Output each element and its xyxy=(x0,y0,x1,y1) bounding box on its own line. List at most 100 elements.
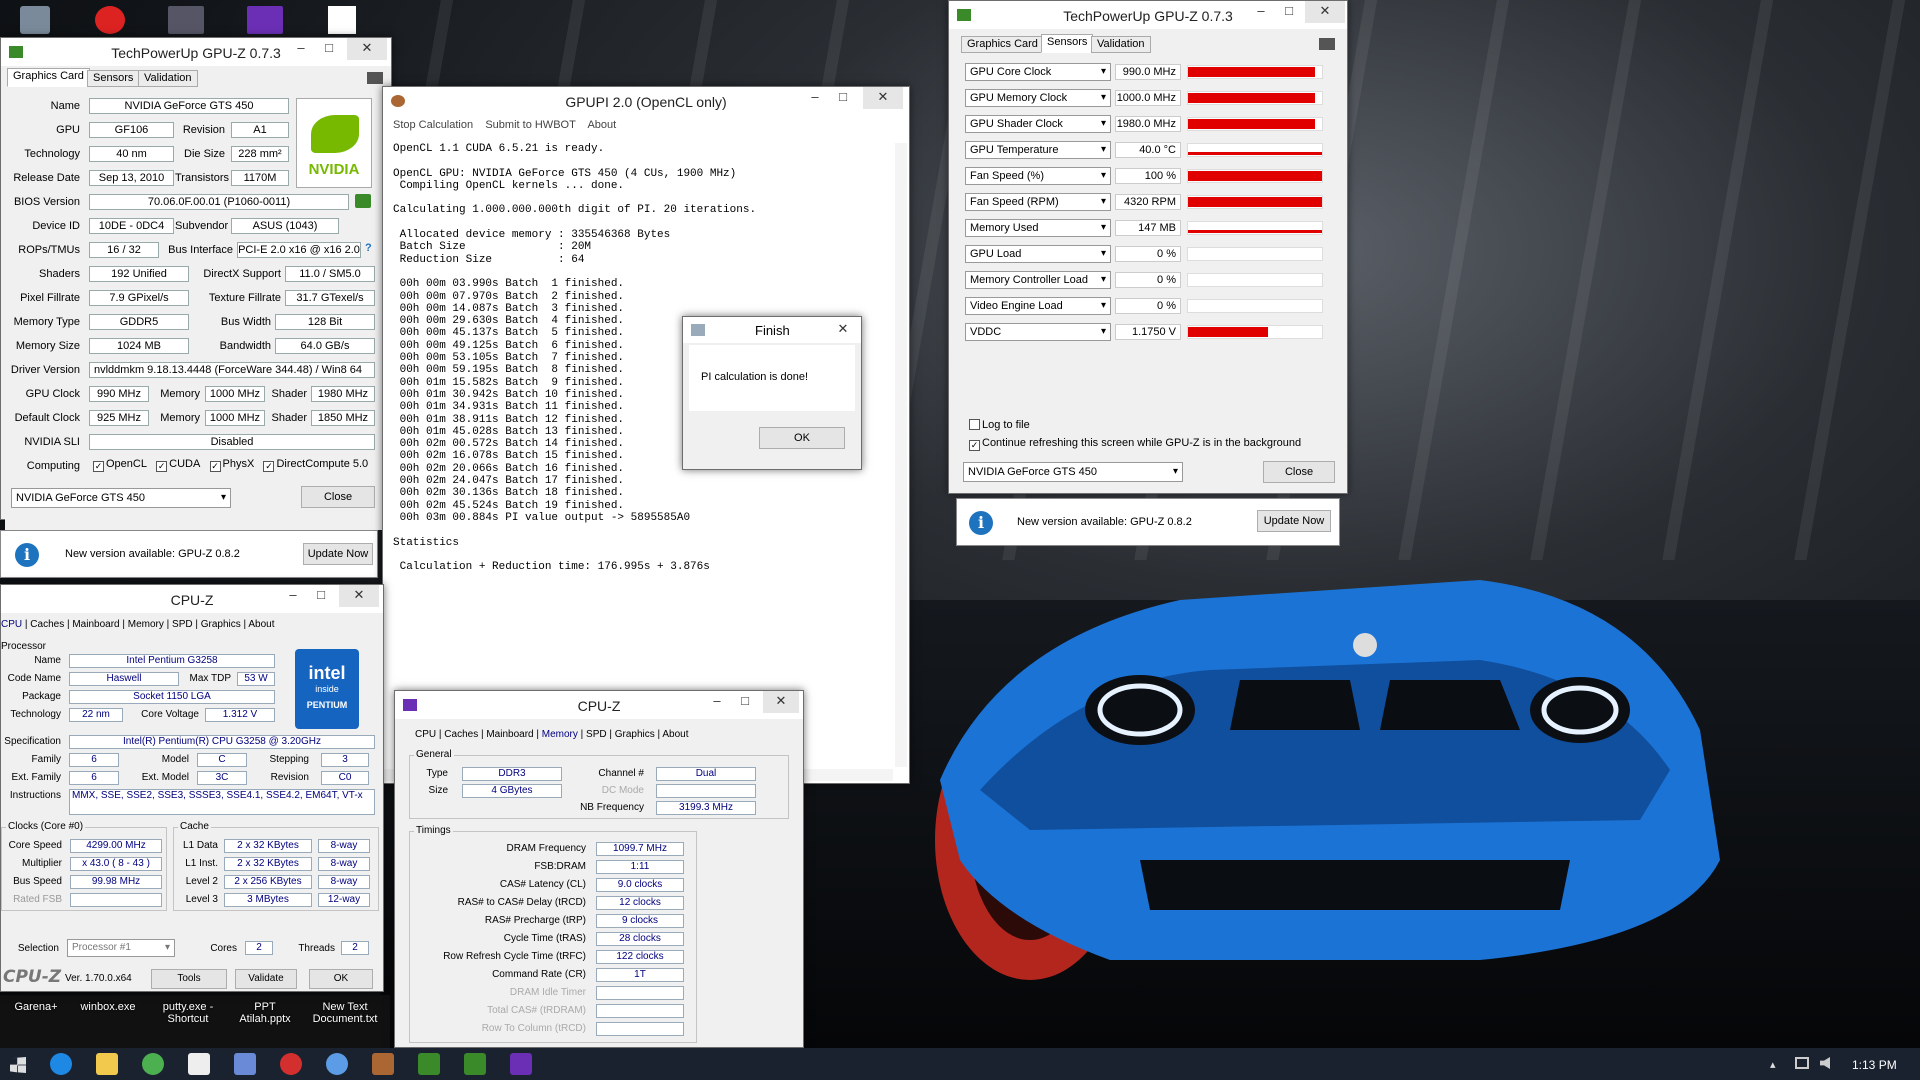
sensor-name-dropdown[interactable]: Fan Speed (%) xyxy=(965,167,1111,185)
sensor-name-dropdown[interactable]: GPU Load xyxy=(965,245,1111,263)
tab-graphics-card[interactable]: Graphics Card xyxy=(7,68,90,87)
update-now-button[interactable]: Update Now xyxy=(1257,510,1331,532)
network-tray-icon[interactable] xyxy=(1795,1057,1809,1069)
tab-spd[interactable]: SPD xyxy=(586,729,607,740)
desktop-icon-label[interactable]: putty.exe - Shortcut xyxy=(158,1001,218,1025)
title-bar[interactable]: CPU-Z – □ ✕ xyxy=(395,691,803,719)
title-bar[interactable]: TechPowerUp GPU-Z 0.7.3 – □ ✕ xyxy=(1,38,391,66)
close-icon[interactable]: ✕ xyxy=(829,319,857,341)
close-button[interactable]: ✕ xyxy=(1305,1,1345,23)
cuda-checkbox[interactable]: ✓ CUDA xyxy=(156,458,200,472)
tab-graphics-card[interactable]: Graphics Card xyxy=(961,36,1044,53)
sensor-name-dropdown[interactable]: GPU Core Clock xyxy=(965,63,1111,81)
tab-graphics[interactable]: Graphics xyxy=(201,619,241,630)
windows-start-icon[interactable] xyxy=(10,1057,26,1073)
tab-memory[interactable]: Memory xyxy=(128,619,164,630)
app-icon[interactable] xyxy=(326,1053,348,1075)
maximize-button[interactable]: □ xyxy=(315,38,343,60)
gpupi-taskbar-icon[interactable] xyxy=(372,1053,394,1075)
tab-sensors[interactable]: Sensors xyxy=(1041,34,1094,53)
tab-cpu[interactable]: CPU xyxy=(415,729,436,740)
gpuz-taskbar-icon-2[interactable] xyxy=(464,1053,486,1075)
network-app-icon[interactable] xyxy=(234,1053,256,1075)
sensor-name-dropdown[interactable]: GPU Shader Clock xyxy=(965,115,1111,133)
tab-caches[interactable]: Caches xyxy=(30,619,64,630)
gpu-select[interactable]: NVIDIA GeForce GTS 450 xyxy=(11,488,231,508)
menu-stop-calculation[interactable]: Stop Calculation xyxy=(393,119,473,131)
bios-save-icon[interactable] xyxy=(355,194,371,208)
minimize-button[interactable]: – xyxy=(703,691,731,713)
tools-button[interactable]: Tools xyxy=(151,969,227,989)
menu-submit-hwbot[interactable]: Submit to HWBOT xyxy=(485,119,575,131)
camera-icon[interactable] xyxy=(367,72,383,84)
tab-cpu[interactable]: CPU xyxy=(1,619,22,630)
calculator-icon[interactable] xyxy=(188,1053,210,1075)
tab-about[interactable]: About xyxy=(662,729,688,740)
update-now-button[interactable]: Update Now xyxy=(303,543,373,565)
minimize-button[interactable]: – xyxy=(801,87,829,109)
tab-spd[interactable]: SPD xyxy=(172,619,193,630)
title-bar[interactable]: Finish ✕ xyxy=(683,317,861,343)
volume-tray-icon[interactable] xyxy=(1820,1057,1830,1069)
close-button[interactable]: Close xyxy=(1263,461,1335,483)
tab-validation[interactable]: Validation xyxy=(1091,36,1151,53)
tab-graphics[interactable]: Graphics xyxy=(615,729,655,740)
opera-icon[interactable] xyxy=(280,1053,302,1075)
validate-button[interactable]: Validate xyxy=(235,969,297,989)
continue-refresh-checkbox[interactable]: ✓ Continue refreshing this screen while G… xyxy=(969,437,1301,451)
maximize-button[interactable]: □ xyxy=(307,585,335,607)
close-button[interactable]: ✕ xyxy=(863,87,903,109)
gpu-select[interactable]: NVIDIA GeForce GTS 450 xyxy=(963,462,1183,482)
processor-select[interactable]: Processor #1 xyxy=(67,939,175,957)
ok-button[interactable]: OK xyxy=(309,969,373,989)
title-bar[interactable]: GPUPI 2.0 (OpenCL only) – □ ✕ xyxy=(383,87,909,115)
menu-about[interactable]: About xyxy=(587,119,616,131)
opencl-checkbox[interactable]: ✓ OpenCL xyxy=(93,458,147,472)
sensor-name-dropdown[interactable]: VDDC xyxy=(965,323,1111,341)
close-button[interactable]: Close xyxy=(301,486,375,508)
tab-mainboard[interactable]: Mainboard xyxy=(72,619,119,630)
gpuz-taskbar-icon[interactable] xyxy=(418,1053,440,1075)
sensor-name-dropdown[interactable]: GPU Temperature xyxy=(965,141,1111,159)
desktop-icon-label[interactable]: Garena+ xyxy=(6,1001,66,1013)
directcompute-checkbox[interactable]: ✓ DirectCompute 5.0 xyxy=(263,458,368,472)
tray-up-arrow-icon[interactable]: ▴ xyxy=(1770,1058,1776,1071)
recycle-bin-icon[interactable] xyxy=(20,6,50,34)
tab-caches[interactable]: Caches xyxy=(444,729,478,740)
close-button[interactable]: ✕ xyxy=(339,585,379,607)
minimize-button[interactable]: – xyxy=(287,38,315,60)
log-to-file-checkbox[interactable]: Log to file xyxy=(969,419,1030,431)
tab-sensors[interactable]: Sensors xyxy=(87,70,140,87)
clock[interactable]: 1:13 PM xyxy=(1852,1058,1897,1072)
desktop-icon-label[interactable]: New Text Document.txt xyxy=(310,1001,380,1025)
game-shortcut-icon[interactable] xyxy=(168,6,204,34)
sensor-name-dropdown[interactable]: Video Engine Load xyxy=(965,297,1111,315)
maximize-button[interactable]: □ xyxy=(829,87,857,109)
sensor-name-dropdown[interactable]: Memory Controller Load xyxy=(965,271,1111,289)
desktop-icon-label[interactable]: PPT Atilah.pptx xyxy=(235,1001,295,1025)
ok-button[interactable]: OK xyxy=(759,427,845,449)
title-bar[interactable]: CPU-Z – □ ✕ xyxy=(1,585,383,613)
tab-validation[interactable]: Validation xyxy=(138,70,198,87)
close-button[interactable]: ✕ xyxy=(347,38,387,60)
physx-checkbox[interactable]: ✓ PhysX xyxy=(209,458,254,472)
maximize-button[interactable]: □ xyxy=(731,691,759,713)
tab-memory[interactable]: Memory xyxy=(542,729,578,740)
desktop-icon-label[interactable]: winbox.exe xyxy=(78,1001,138,1013)
sensor-name-dropdown[interactable]: GPU Memory Clock xyxy=(965,89,1111,107)
cpuz-taskbar-icon[interactable] xyxy=(510,1053,532,1075)
minimize-button[interactable]: – xyxy=(1247,1,1275,23)
document-icon[interactable] xyxy=(328,6,356,34)
internet-explorer-icon[interactable] xyxy=(50,1053,72,1075)
title-bar[interactable]: TechPowerUp GPU-Z 0.7.3 – □ ✕ xyxy=(949,1,1347,29)
app-shortcut-icon[interactable] xyxy=(247,6,283,34)
vertical-scrollbar[interactable] xyxy=(895,143,907,767)
help-icon[interactable]: ? xyxy=(365,242,372,254)
sensor-name-dropdown[interactable]: Memory Used xyxy=(965,219,1111,237)
tab-mainboard[interactable]: Mainboard xyxy=(486,729,533,740)
tab-about[interactable]: About xyxy=(248,619,274,630)
chrome-icon[interactable] xyxy=(142,1053,164,1075)
itunes-icon[interactable] xyxy=(95,6,125,34)
minimize-button[interactable]: – xyxy=(279,585,307,607)
maximize-button[interactable]: □ xyxy=(1275,1,1303,23)
